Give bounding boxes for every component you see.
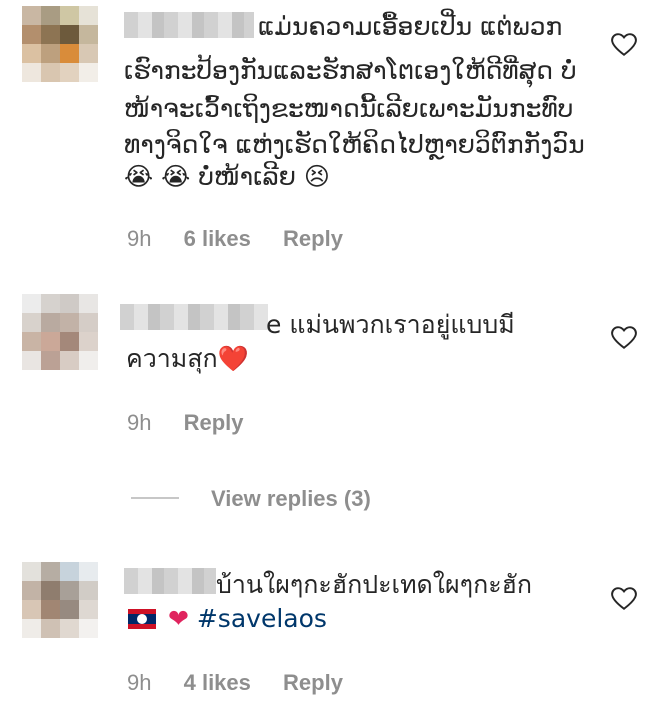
comment-meta: 9h 6 likes Reply: [127, 226, 343, 252]
comment-text: ທາງຈິດໃຈ ແຫ່ງເຮັດໃຫ້ຄິດໄປຫຼາຍວິຕົກກັງວົນ: [124, 130, 585, 159]
reply-button[interactable]: Reply: [184, 410, 244, 435]
red-heart-emoji: ❤: [167, 604, 189, 633]
avatar[interactable]: [22, 294, 98, 370]
likes-count[interactable]: 6 likes: [184, 226, 251, 251]
comment-text: e แม่นพวกเราอยู่แบบมี: [266, 310, 515, 339]
heart-outline-icon[interactable]: [611, 326, 637, 350]
comment-text: 😭 😭 ບໍ່ໜ້າເລີຍ 😣: [124, 162, 330, 191]
view-replies-button[interactable]: View replies (3): [211, 486, 371, 512]
username-redacted[interactable]: [124, 12, 254, 38]
reply-button[interactable]: Reply: [283, 226, 343, 251]
heart-outline-icon[interactable]: [611, 33, 637, 57]
timestamp[interactable]: 9h: [127, 226, 151, 251]
username-redacted[interactable]: [120, 304, 268, 330]
comment-text: ความสุก❤️: [126, 344, 249, 373]
timestamp[interactable]: 9h: [127, 410, 151, 435]
heart-outline-icon[interactable]: [611, 587, 637, 611]
likes-count[interactable]: 4 likes: [184, 670, 251, 695]
comment-meta: 9h Reply: [127, 410, 244, 436]
comment-text: ໜ້າຈະເວົ້າເຖິງຂະໜາດນີ້ເລີຍເພາະມັນກະທົບ: [124, 94, 574, 123]
comment-text: บ้านใผๆกะฮักปะเทดใผๆกะฮัก: [216, 570, 533, 599]
avatar[interactable]: [22, 562, 98, 638]
reply-button[interactable]: Reply: [283, 670, 343, 695]
avatar[interactable]: [22, 6, 98, 82]
laos-flag-emoji: [128, 609, 156, 629]
comment-text: ແມ່ນຄວາມເອື້ອຍເປີ່ນ ແຕ່ພວກ: [258, 12, 563, 41]
comment-text: ເຮົາກະປ້ອງກັນແລະຮັກສາໂຕເອງໃຫ້ດີທີ່ສຸດ ບໍ…: [124, 56, 577, 85]
comment-text: ❤ #savelaos: [128, 602, 327, 636]
comment-meta: 9h 4 likes Reply: [127, 670, 343, 696]
replies-divider: [131, 497, 179, 499]
hashtag-link[interactable]: #savelaos: [197, 604, 327, 633]
timestamp[interactable]: 9h: [127, 670, 151, 695]
username-redacted[interactable]: [124, 568, 216, 594]
